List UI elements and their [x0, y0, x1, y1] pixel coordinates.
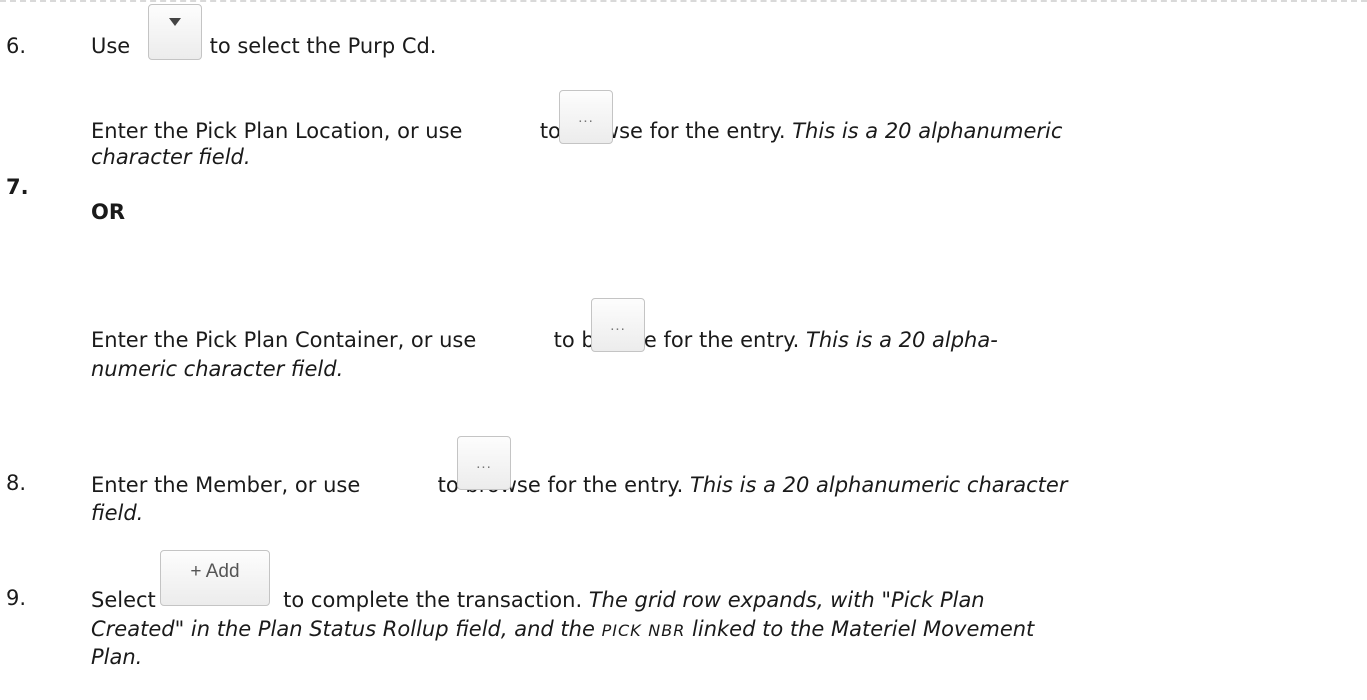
step-7-location-note-cont: character field.: [91, 145, 251, 169]
step-9-note-part-a: Created" in the Plan Status Rollup field…: [91, 617, 595, 641]
top-divider: [0, 0, 1367, 2]
step-6-text: Use to select the Purp Cd.: [91, 31, 437, 61]
step-6-pre: Use: [91, 34, 131, 58]
step-7-container-pre: Enter the Pick Plan Container, or use: [91, 328, 477, 352]
step-8-pre: Enter the Member, or use: [91, 473, 361, 497]
step-7-container-text: Enter the Pick Plan Container, or use to…: [91, 325, 998, 355]
add-button[interactable]: + Add: [160, 550, 270, 606]
step-8-note: This is a 20 alphanumeric character: [690, 473, 1068, 497]
step-9-note: The grid row expands, with "Pick Plan: [588, 588, 985, 612]
browse-container-button[interactable]: ...: [591, 298, 645, 352]
step-7-container-note-cont: numeric character field.: [91, 357, 344, 381]
step-7-or: OR: [91, 200, 126, 224]
step-9-post: to complete the transaction.: [283, 588, 583, 612]
ellipsis-icon: ...: [578, 108, 594, 126]
step-9-number: 9.: [6, 586, 27, 610]
step-9-nbr-label: NBR: [648, 621, 686, 640]
step-7-number: 7.: [6, 175, 29, 199]
ellipsis-icon: ...: [610, 316, 626, 334]
step-7-location-note: This is a 20 alphanumeric: [792, 119, 1063, 143]
step-9-note-line2: Created" in the Plan Status Rollup field…: [91, 614, 1034, 646]
browse-member-button[interactable]: ...: [457, 436, 511, 490]
step-8-number: 8.: [6, 471, 27, 495]
select-dropdown-button[interactable]: [148, 4, 202, 60]
step-6-number: 6.: [6, 34, 27, 58]
step-9-note-line3: Plan.: [91, 645, 143, 669]
step-8-text: Enter the Member, or use to browse for t…: [91, 470, 1067, 500]
step-8-note-cont: field.: [91, 501, 144, 525]
step-7-container-note: This is a 20 alpha-: [806, 328, 998, 352]
dropdown-triangle-icon: [169, 18, 181, 26]
step-9-note-part-b: linked to the Materiel Movement: [692, 617, 1035, 641]
browse-location-button[interactable]: ...: [559, 90, 613, 144]
step-9-pre: Select: [91, 588, 156, 612]
step-9-pick-label: PICK: [601, 621, 642, 640]
ellipsis-icon: ...: [476, 454, 492, 472]
step-7-location-pre: Enter the Pick Plan Location, or use: [91, 119, 463, 143]
step-6-post: to select the Purp Cd.: [209, 34, 437, 58]
